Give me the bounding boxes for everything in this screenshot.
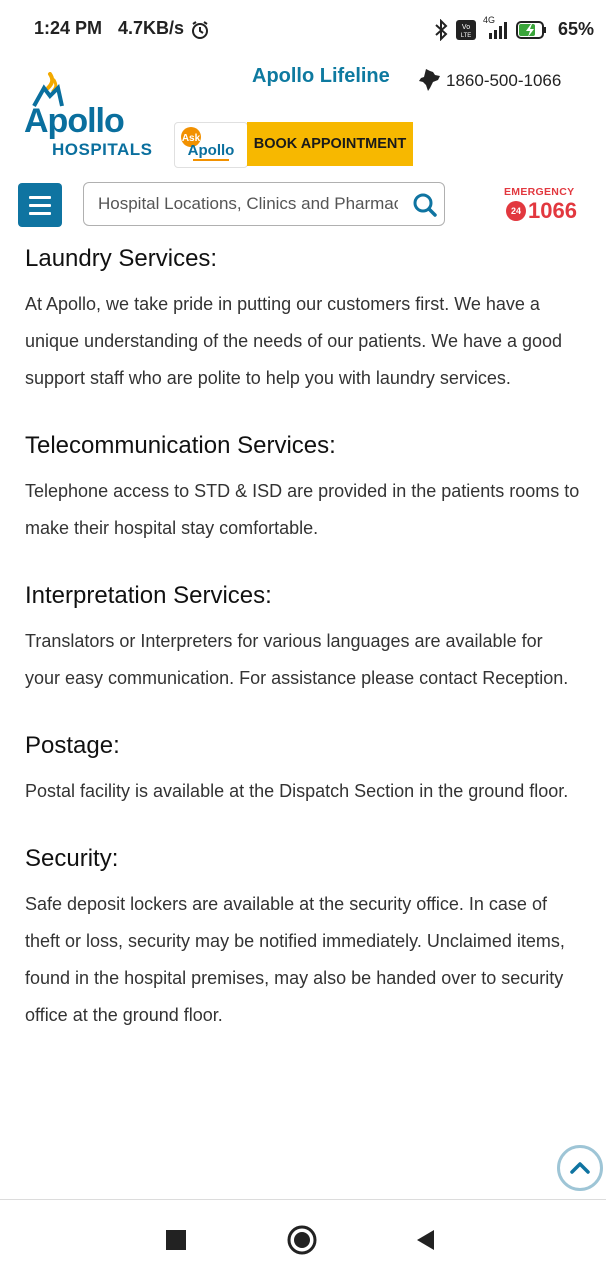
- section-body: Safe deposit lockers are available at th…: [25, 894, 565, 1025]
- home-button[interactable]: [286, 1224, 318, 1256]
- svg-text:LTE: LTE: [461, 33, 472, 39]
- menu-button[interactable]: [18, 183, 62, 227]
- india-map-icon: [419, 69, 440, 91]
- status-bar: 1:24 PM 4.7KB/s Vo LTE 4G 65%: [0, 0, 606, 60]
- emergency-label: EMERGENCY: [504, 186, 575, 198]
- section-body: Postal facility is available at the Disp…: [25, 781, 569, 801]
- status-speed: 4.7KB/s: [118, 18, 185, 38]
- apollo-logo[interactable]: Apollo HOSPITALS: [24, 72, 164, 162]
- logo-sub: HOSPITALS: [52, 140, 153, 159]
- alarm-icon: [190, 20, 210, 45]
- status-time: 1:24 PM: [34, 18, 103, 38]
- svg-text:Apollo: Apollo: [188, 142, 235, 159]
- logo-word: Apollo: [24, 102, 125, 140]
- svg-text:Vo: Vo: [462, 24, 470, 31]
- hamburger-line: [29, 203, 51, 207]
- apollo-lifeline-link[interactable]: Apollo Lifeline: [252, 65, 390, 88]
- section-body: Telephone access to STD & ISD are provid…: [25, 481, 580, 538]
- section-security: Security: Safe deposit lockers are avail…: [25, 840, 581, 1034]
- emergency-number: 1066: [528, 198, 577, 223]
- ask-apollo-logo-icon: Ask Apollo: [181, 127, 235, 161]
- search-icon[interactable]: [412, 192, 438, 218]
- section-body: Translators or Interpreters for various …: [25, 631, 569, 688]
- bluetooth-icon: [435, 19, 448, 41]
- section-title: Security:: [25, 845, 119, 872]
- chevron-up-icon: [570, 1162, 590, 1174]
- emergency-24-badge: 24: [506, 201, 526, 221]
- battery-percent: 65%: [557, 19, 594, 39]
- site-header: Apollo HOSPITALS Apollo Lifeline 1860-50…: [0, 60, 606, 235]
- battery-icon: [516, 21, 546, 39]
- signal-icon: [489, 22, 507, 39]
- section-title: Postage:: [25, 732, 120, 759]
- recents-button[interactable]: [166, 1230, 186, 1250]
- section-body: At Apollo, we take pride in putting our …: [25, 294, 563, 388]
- back-button[interactable]: [414, 1228, 436, 1252]
- search-box: [83, 182, 445, 226]
- search-input[interactable]: [98, 183, 398, 224]
- scroll-to-top-button[interactable]: [557, 1145, 603, 1191]
- system-nav-bar: [0, 1200, 606, 1280]
- ask-apollo-button[interactable]: Ask Apollo: [174, 122, 248, 168]
- emergency-call-button[interactable]: EMERGENCY 24 1066: [500, 184, 580, 226]
- helpline-number: 1860-500-1066: [446, 71, 562, 90]
- section-title: Telecommunication Services:: [25, 432, 336, 459]
- section-title: Interpretation Services:: [25, 582, 272, 609]
- book-appointment-button[interactable]: BOOK APPOINTMENT: [247, 122, 413, 166]
- section-postage: Postage: Postal facility is available at…: [25, 727, 581, 810]
- section-interpretation: Interpretation Services: Translators or …: [25, 577, 581, 697]
- hamburger-line: [29, 195, 51, 199]
- section-telecommunication: Telecommunication Services: Telephone ac…: [25, 427, 581, 547]
- section-title: Laundry Services:: [25, 245, 218, 272]
- volte-icon: Vo LTE: [456, 20, 476, 40]
- section-laundry: Laundry Services: At Apollo, we take pri…: [25, 240, 581, 397]
- hamburger-line: [29, 211, 51, 215]
- services-content: Laundry Services: At Apollo, we take pri…: [25, 240, 581, 1064]
